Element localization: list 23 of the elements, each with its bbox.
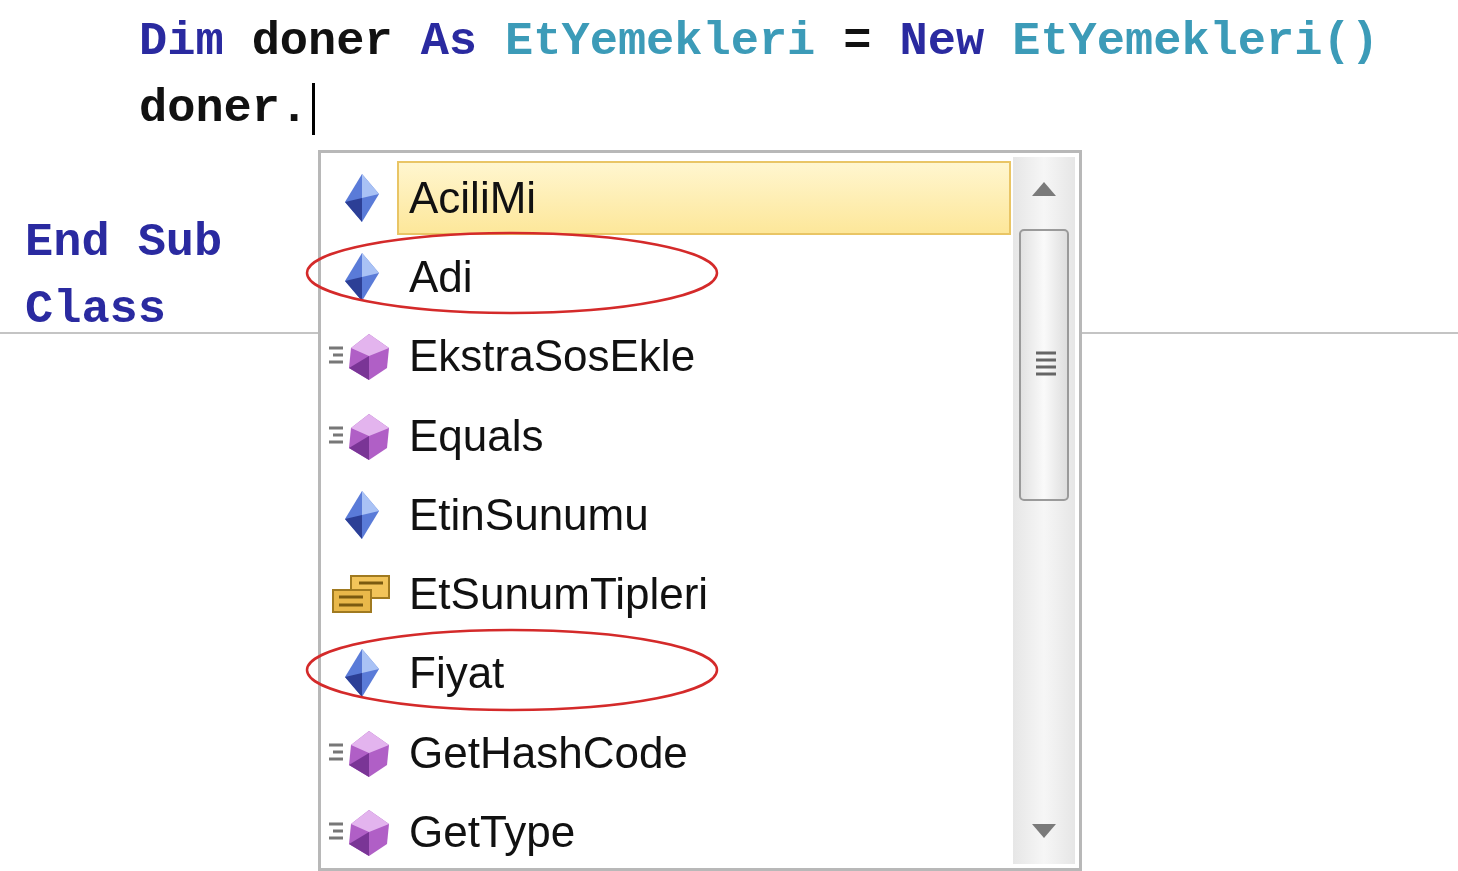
code-text: = (843, 15, 872, 68)
code-keyword: New (899, 15, 985, 68)
type-name: EtYemekleri (505, 15, 816, 68)
code-keyword: As (420, 15, 478, 68)
completion-item[interactable]: GetHashCode (397, 715, 1011, 790)
code-keyword: Sub (137, 216, 223, 269)
completion-item[interactable]: GetType (397, 795, 1011, 869)
completion-item[interactable]: Equals (397, 398, 1011, 473)
completion-item[interactable]: Adi (397, 239, 1011, 314)
scrollbar-thumb[interactable] (1019, 229, 1069, 501)
completion-item[interactable]: Fiyat (397, 636, 1011, 711)
completion-item[interactable]: AciliMi (397, 160, 1011, 235)
scrollbar[interactable] (1013, 157, 1075, 864)
code-text: doner (251, 15, 393, 68)
completion-item[interactable]: EtSunumTipleri (397, 557, 1011, 632)
code-keyword: Dim (139, 15, 224, 68)
code-keyword: Class (25, 283, 167, 336)
completion-item[interactable]: EtinSunumu (397, 477, 1011, 552)
completion-item[interactable]: EkstraSosEkle (397, 319, 1011, 394)
grip-icon (1034, 349, 1058, 379)
code-text: doner. (139, 82, 309, 135)
type-name: EtYemekleri() (1012, 15, 1379, 68)
code-keyword: End (25, 216, 110, 269)
